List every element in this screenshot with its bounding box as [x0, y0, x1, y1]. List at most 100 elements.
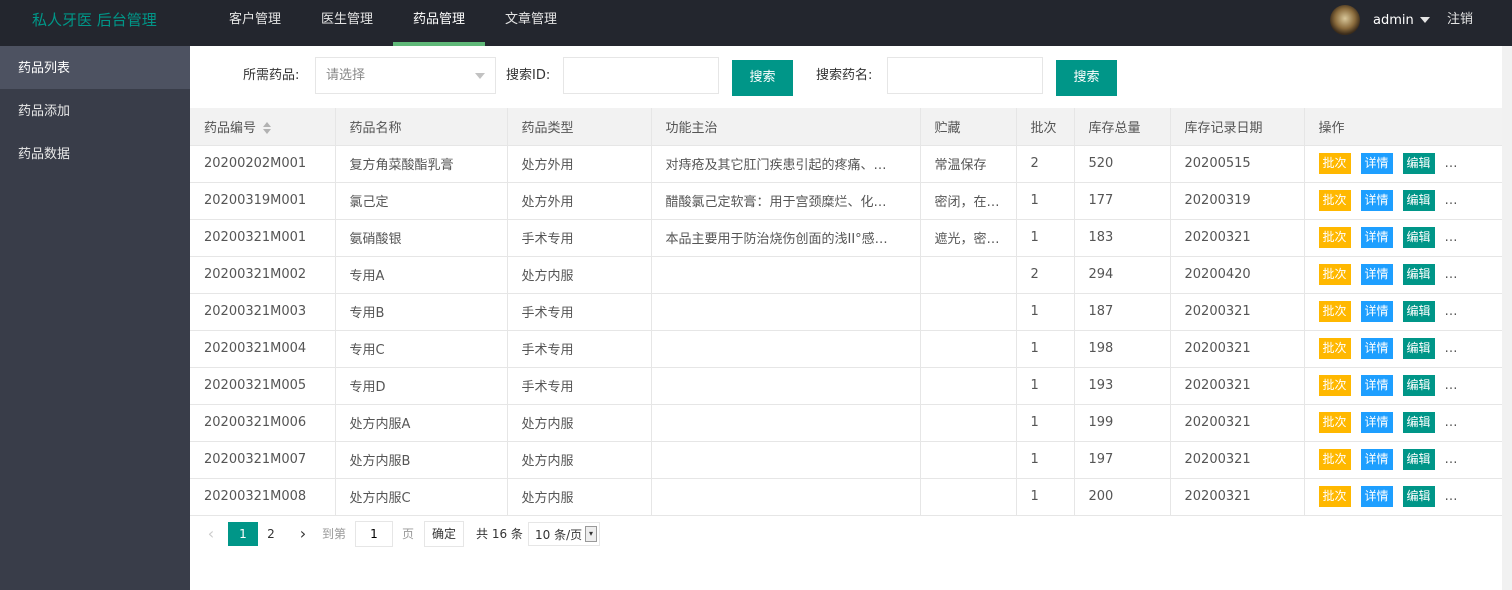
batch-button[interactable]: 批次	[1318, 190, 1351, 211]
cell-type: 手术专用	[507, 330, 652, 368]
more-ops-ellipsis: …	[1444, 230, 1458, 245]
cell-type: 手术专用	[507, 367, 652, 405]
cell-name: 专用A	[335, 256, 508, 294]
sort-icon[interactable]	[263, 122, 272, 135]
sidebar-item-drug-add[interactable]: 药品添加	[0, 89, 190, 132]
edit-button[interactable]: 编辑	[1402, 449, 1435, 470]
nav-drug[interactable]: 药品管理	[393, 0, 485, 46]
col-header-batch: 批次	[1016, 108, 1075, 146]
cell-batch: 1	[1016, 293, 1075, 331]
drug-table: 药品编号 药品名称 药品类型 功能主治 贮藏 批次 库存总量 库存记录日期 操作…	[190, 108, 1502, 516]
chevron-left-icon[interactable]: ‹	[204, 522, 218, 546]
edit-button[interactable]: 编辑	[1402, 301, 1435, 322]
sidebar-item-drug-list[interactable]: 药品列表	[0, 46, 190, 89]
batch-button[interactable]: 批次	[1318, 227, 1351, 248]
cell-id: 20200321M003	[190, 293, 336, 331]
edit-button[interactable]: 编辑	[1402, 338, 1435, 359]
cell-type: 处方外用	[507, 145, 652, 183]
table-row: 20200321M004 专用C 手术专用 1 198 20200321 批次 详情 编辑…	[190, 330, 1502, 368]
more-ops-ellipsis: …	[1444, 156, 1458, 171]
chevron-down-icon[interactable]: ▾	[585, 526, 597, 542]
cell-date: 20200515	[1170, 145, 1305, 183]
table-row: 20200321M002 专用A 处方内服 2 294 20200420 批次 详情 编辑…	[190, 256, 1502, 294]
cell-function	[651, 478, 921, 516]
more-ops-ellipsis: …	[1444, 304, 1458, 319]
cell-ops: 批次 详情 编辑 …	[1304, 478, 1502, 516]
search-name-input[interactable]	[887, 57, 1043, 94]
detail-button[interactable]: 详情	[1360, 486, 1393, 507]
cell-batch: 1	[1016, 404, 1075, 442]
goto-confirm-button[interactable]: 确定	[424, 521, 464, 547]
cell-storage	[920, 256, 1017, 294]
col-header-storage: 贮藏	[920, 108, 1017, 146]
cell-name: 复方角菜酸酯乳膏	[335, 145, 508, 183]
cell-date: 20200321	[1170, 219, 1305, 257]
edit-button[interactable]: 编辑	[1402, 264, 1435, 285]
edit-button[interactable]: 编辑	[1402, 412, 1435, 433]
page-scrollbar[interactable]	[1502, 46, 1512, 590]
edit-button[interactable]: 编辑	[1402, 190, 1435, 211]
nav-article[interactable]: 文章管理	[485, 0, 577, 46]
cell-id: 20200202M001	[190, 145, 336, 183]
cell-function: 对痔疮及其它肛门疾患引起的疼痛、…	[651, 145, 921, 183]
detail-button[interactable]: 详情	[1360, 412, 1393, 433]
more-ops-ellipsis: …	[1444, 452, 1458, 467]
col-header-ops: 操作	[1304, 108, 1502, 146]
total-count: 共 16 条	[476, 527, 523, 541]
detail-button[interactable]: 详情	[1360, 153, 1393, 174]
user-name[interactable]: admin	[1373, 13, 1414, 28]
batch-button[interactable]: 批次	[1318, 375, 1351, 396]
cell-name: 处方内服A	[335, 404, 508, 442]
search-id-button[interactable]: 搜索	[732, 60, 793, 96]
cell-type: 处方内服	[507, 404, 652, 442]
logout-link[interactable]: 注销	[1447, 0, 1473, 40]
table-header-row: 药品编号 药品名称 药品类型 功能主治 贮藏 批次 库存总量 库存记录日期 操作	[190, 108, 1502, 146]
goto-page-input[interactable]	[355, 521, 393, 547]
cell-function	[651, 441, 921, 479]
drug-select-label: 所需药品:	[243, 68, 300, 83]
search-name-label: 搜索药名:	[816, 68, 873, 83]
user-menu[interactable]: admin	[1330, 5, 1430, 35]
search-name-button[interactable]: 搜索	[1056, 60, 1117, 96]
detail-button[interactable]: 详情	[1360, 190, 1393, 211]
page-current[interactable]: 1	[228, 522, 258, 546]
sidebar-item-drug-data[interactable]: 药品数据	[0, 132, 190, 175]
batch-button[interactable]: 批次	[1318, 486, 1351, 507]
table-row: 20200202M001 复方角菜酸酯乳膏 处方外用 对痔疮及其它肛门疾患引起的疼痛、…	[190, 145, 1502, 183]
search-id-input[interactable]	[563, 57, 719, 94]
detail-button[interactable]: 详情	[1360, 301, 1393, 322]
batch-button[interactable]: 批次	[1318, 338, 1351, 359]
batch-button[interactable]: 批次	[1318, 153, 1351, 174]
nav-customer[interactable]: 客户管理	[209, 0, 301, 46]
page-size-select[interactable]: 10 条/页 ▾	[528, 522, 600, 546]
cell-batch: 1	[1016, 219, 1075, 257]
edit-button[interactable]: 编辑	[1402, 486, 1435, 507]
page-2[interactable]: 2	[264, 522, 278, 546]
batch-button[interactable]: 批次	[1318, 449, 1351, 470]
batch-button[interactable]: 批次	[1318, 412, 1351, 433]
table-row: 20200321M008 处方内服C 处方内服 1 200 20200321 批次 详情 编辑…	[190, 478, 1502, 516]
cell-storage	[920, 441, 1017, 479]
cell-name: 专用D	[335, 367, 508, 405]
detail-button[interactable]: 详情	[1360, 227, 1393, 248]
more-ops-ellipsis: …	[1444, 341, 1458, 356]
edit-button[interactable]: 编辑	[1402, 375, 1435, 396]
drug-select[interactable]: 请选择	[315, 57, 496, 94]
edit-button[interactable]: 编辑	[1402, 153, 1435, 174]
edit-button[interactable]: 编辑	[1402, 227, 1435, 248]
col-header-id[interactable]: 药品编号	[190, 108, 336, 146]
detail-button[interactable]: 详情	[1360, 264, 1393, 285]
cell-type: 手术专用	[507, 219, 652, 257]
cell-date: 20200321	[1170, 404, 1305, 442]
caret-down-icon[interactable]	[1419, 17, 1430, 23]
nav-doctor[interactable]: 医生管理	[301, 0, 393, 46]
more-ops-ellipsis: …	[1444, 489, 1458, 504]
detail-button[interactable]: 详情	[1360, 375, 1393, 396]
batch-button[interactable]: 批次	[1318, 264, 1351, 285]
chevron-right-icon[interactable]: ›	[296, 522, 310, 546]
batch-button[interactable]: 批次	[1318, 301, 1351, 322]
avatar[interactable]	[1330, 5, 1360, 35]
detail-button[interactable]: 详情	[1360, 449, 1393, 470]
more-ops-ellipsis: …	[1444, 415, 1458, 430]
detail-button[interactable]: 详情	[1360, 338, 1393, 359]
